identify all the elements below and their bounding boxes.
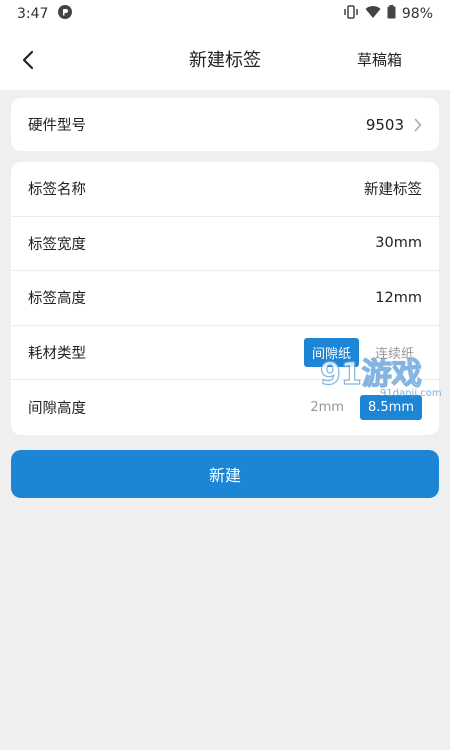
hardware-model-value: 9503 xyxy=(365,115,404,134)
chevron-right-icon xyxy=(414,118,422,131)
label-height-row[interactable]: 标签高度 12mm xyxy=(11,271,439,326)
label-name-value[interactable]: 新建标签 xyxy=(364,178,422,199)
hardware-card: 硬件型号 9503 xyxy=(11,98,439,151)
gap-height-selector: 2mm 8.5mm xyxy=(302,395,422,421)
hardware-model-label: 硬件型号 xyxy=(28,118,86,134)
label-width-row[interactable]: 标签宽度 30mm xyxy=(11,217,439,272)
label-settings-card: 标签名称 新建标签 标签宽度 30mm 标签高度 12mm 耗材类型 间隙纸 连… xyxy=(11,162,439,435)
hardware-model-row[interactable]: 硬件型号 9503 xyxy=(11,98,439,151)
material-option-gap-paper[interactable]: 间隙纸 xyxy=(303,338,359,368)
label-name-row[interactable]: 标签名称 新建标签 xyxy=(11,162,439,217)
vibrate-icon xyxy=(343,5,359,23)
app-notification-icon xyxy=(58,5,73,23)
label-width-value[interactable]: 30mm xyxy=(375,235,422,251)
gap-height-row: 间隙高度 2mm 8.5mm xyxy=(11,380,439,435)
gap-option-2mm[interactable]: 2mm xyxy=(302,395,352,420)
gap-height-label: 间隙高度 xyxy=(28,401,86,418)
material-option-continuous-paper[interactable]: 连续纸 xyxy=(367,338,422,367)
battery-percent: 98% xyxy=(401,6,433,22)
label-height-label: 标签高度 xyxy=(28,291,86,308)
battery-icon xyxy=(387,5,396,23)
status-bar: 3:47 98% xyxy=(0,0,450,28)
label-width-label: 标签宽度 xyxy=(28,236,86,253)
wifi-icon xyxy=(365,5,381,23)
drafts-button[interactable]: 草稿箱 xyxy=(357,49,402,70)
create-button[interactable]: 新建 xyxy=(11,450,439,498)
material-type-label: 耗材类型 xyxy=(28,346,86,363)
app-header: 新建标签 草稿箱 xyxy=(0,28,450,90)
material-type-selector: 间隙纸 连续纸 xyxy=(303,338,422,368)
status-time: 3:47 xyxy=(17,6,49,22)
material-type-row: 耗材类型 间隙纸 连续纸 xyxy=(11,326,439,381)
label-height-value[interactable]: 12mm xyxy=(375,290,422,306)
gap-option-8-5mm[interactable]: 8.5mm xyxy=(359,395,422,421)
label-name-label: 标签名称 xyxy=(28,182,86,199)
